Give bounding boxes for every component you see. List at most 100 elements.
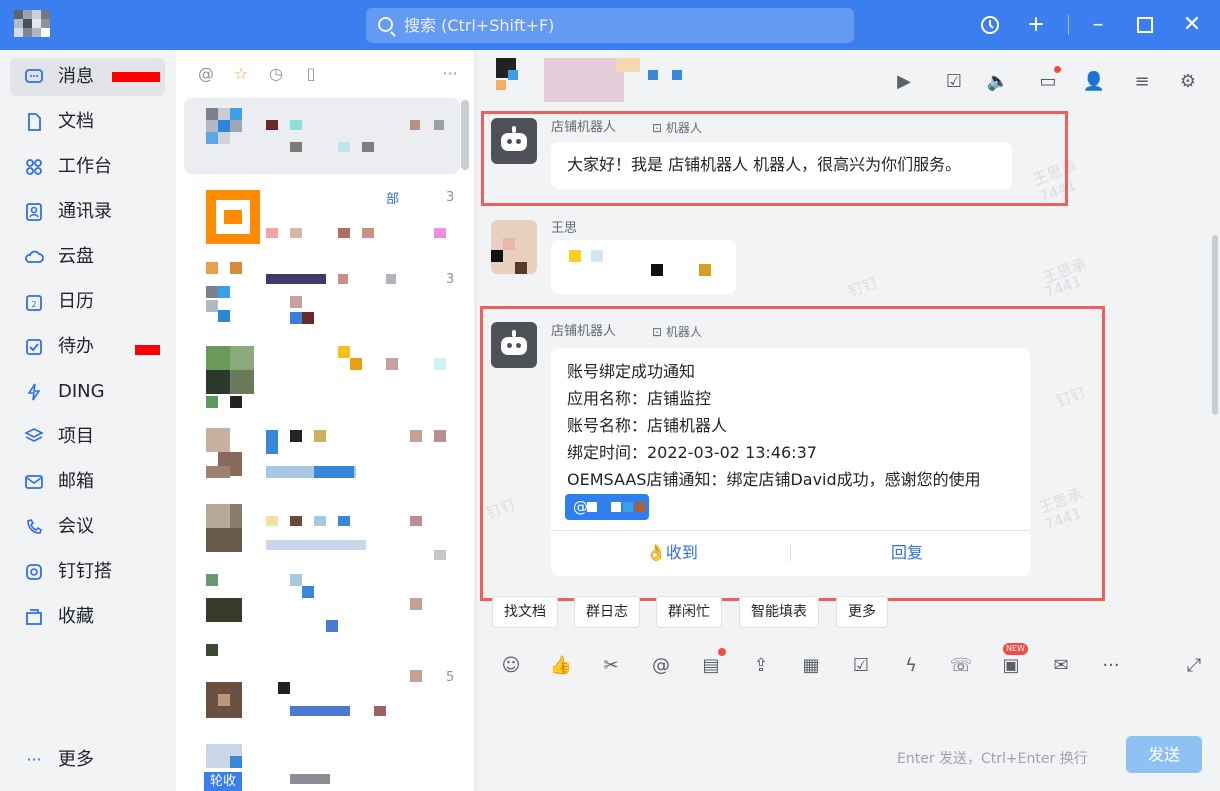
favorite-icon — [24, 607, 44, 627]
bot-avatar[interactable] — [491, 322, 537, 368]
message-bubble[interactable] — [551, 240, 736, 294]
conversation-scrollbar[interactable] — [461, 100, 469, 170]
search-history-icon[interactable]: ≡ — [1130, 70, 1154, 94]
project-icon — [24, 427, 44, 447]
conversation-item[interactable]: 5 — [184, 662, 460, 738]
conversation-item[interactable] — [184, 336, 460, 412]
title-bar: 搜索 (Ctrl+Shift+F) + – ✕ — [0, 0, 1220, 50]
conversation-item[interactable] — [184, 416, 460, 492]
notification-card[interactable]: 账号绑定成功通知 应用名称：店铺监控 账号名称：店铺机器人 绑定时间：2022-… — [551, 348, 1030, 576]
conversation-item[interactable] — [184, 574, 460, 656]
search-input[interactable]: 搜索 (Ctrl+Shift+F) — [366, 8, 854, 43]
nav-label: 消息 — [58, 66, 94, 87]
quick-action-more[interactable]: 更多 — [836, 596, 888, 628]
conversation-item[interactable] — [184, 98, 460, 174]
bot-tag: ⊡ 机器人 — [652, 121, 702, 135]
workbench-icon — [24, 157, 44, 177]
conversation-item[interactable] — [184, 496, 460, 572]
dingda-icon — [24, 562, 44, 582]
live-icon[interactable]: ▣ — [999, 654, 1023, 678]
nav-label: 日历 — [58, 291, 94, 312]
chat-scrollbar[interactable] — [1212, 235, 1218, 415]
nav-item-favorite[interactable]: 收藏 — [10, 598, 165, 636]
maximize-button[interactable] — [1130, 10, 1160, 40]
chat-header: ▶ ☑ 🔈 ▭ 👤 ≡ ⚙ — [476, 50, 1220, 110]
contacts-icon — [24, 202, 44, 222]
send-button[interactable]: 发送 — [1126, 736, 1202, 773]
history-icon[interactable] — [975, 10, 1005, 40]
task-check-icon[interactable]: ☑ — [849, 654, 873, 678]
message-sender: 店铺机器人 — [551, 324, 617, 339]
quick-action-group-log[interactable]: 群日志 — [574, 596, 640, 628]
recent-filter-icon[interactable]: ◷ — [266, 64, 286, 84]
upload-icon[interactable]: ⇪ — [749, 654, 773, 678]
mail-icon — [24, 472, 44, 492]
message-bubble[interactable]: 大家好！我是 店铺机器人 机器人，很高兴为你们服务。 — [551, 142, 1012, 189]
nav-label: 项目 — [58, 426, 94, 447]
expand-icon[interactable]: ⤢ — [1182, 654, 1206, 678]
mail-icon[interactable]: ✉ — [1049, 654, 1073, 678]
nav-item-meeting[interactable]: 会议 — [10, 508, 165, 546]
scissors-icon[interactable]: ✂ — [599, 654, 623, 678]
conversation-item[interactable]: 部 3 — [184, 180, 460, 256]
message-icon — [24, 67, 44, 87]
todo-icon — [24, 337, 44, 357]
reply-button[interactable]: 回复 — [891, 542, 923, 564]
nav-item-docs[interactable]: 文档 — [10, 103, 165, 141]
card-button-divider — [790, 545, 791, 561]
ding-icon[interactable]: ϟ — [899, 654, 923, 678]
bot-avatar[interactable] — [491, 118, 537, 164]
add-member-icon[interactable]: 👤 — [1082, 70, 1106, 94]
nav-item-contacts[interactable]: 通讯录 — [10, 193, 165, 231]
nav-item-project[interactable]: 项目 — [10, 418, 165, 456]
mention-tag[interactable]: @ — [565, 494, 649, 520]
nav-label: 通讯录 — [58, 201, 112, 222]
star-filter-icon[interactable]: ☆ — [231, 64, 251, 84]
nav-item-todo[interactable]: 待办 — [10, 328, 165, 366]
mention-filter-icon[interactable]: @ — [196, 64, 216, 84]
received-button[interactable]: 👌收到 — [646, 542, 698, 564]
clip-filter-icon[interactable]: ▯ — [301, 64, 321, 84]
meeting-icon — [24, 517, 44, 537]
mention-icon[interactable]: @ — [649, 654, 673, 678]
video-icon[interactable]: ▶ — [892, 70, 916, 94]
nav-item-ding[interactable]: DING — [10, 373, 165, 411]
nav-item-calendar[interactable]: 2 日历 — [10, 283, 165, 321]
conversation-time: 5 — [446, 670, 455, 685]
search-icon — [378, 17, 393, 32]
task-icon[interactable]: ☑ — [942, 70, 966, 94]
folder-icon[interactable]: ▭ — [1036, 70, 1060, 94]
user-avatar[interactable] — [14, 10, 52, 40]
ok-hand-icon: 👌 — [646, 543, 666, 562]
nav-item-mail[interactable]: 邮箱 — [10, 463, 165, 501]
nav-item-more[interactable]: ··· 更多 — [10, 741, 165, 779]
call-icon[interactable]: ☏ — [949, 654, 973, 678]
search-placeholder: 搜索 (Ctrl+Shift+F) — [404, 16, 555, 35]
calendar-event-icon[interactable]: ▦ — [799, 654, 823, 678]
conversation-time: 3 — [446, 190, 455, 205]
notification-dot — [1054, 66, 1061, 73]
add-doc-icon[interactable]: ▤ — [699, 654, 723, 678]
emoji-icon[interactable]: ☺ — [499, 654, 523, 678]
nav-item-workbench[interactable]: 工作台 — [10, 148, 165, 186]
nav-label: 更多 — [58, 749, 94, 770]
nav-item-cloud-drive[interactable]: 云盘 — [10, 238, 165, 276]
quick-action-group-busy[interactable]: 群闲忙 — [656, 596, 722, 628]
more-icon[interactable]: ··· — [1099, 654, 1123, 678]
announcement-icon[interactable]: 🔈 — [986, 70, 1010, 94]
more-options-icon[interactable]: ··· — [440, 64, 460, 84]
nav-label: 邮箱 — [58, 471, 94, 492]
robot-icon: ⊡ — [652, 325, 663, 339]
quick-action-smart-form[interactable]: 智能填表 — [739, 596, 819, 628]
nav-item-messages[interactable]: 消息 — [10, 58, 165, 96]
minimize-button[interactable]: – — [1083, 10, 1113, 40]
nav-item-dingda[interactable]: 钉钉搭 — [10, 553, 165, 591]
settings-icon[interactable]: ⚙ — [1176, 70, 1200, 94]
close-button[interactable]: ✕ — [1177, 10, 1207, 40]
like-icon[interactable]: 👍 — [549, 654, 573, 678]
quick-action-find-doc[interactable]: 找文档 — [492, 596, 558, 628]
nav-label: 收藏 — [58, 606, 94, 627]
add-icon[interactable]: + — [1021, 10, 1051, 40]
message-text: 大家好！我是 店铺机器人 机器人，很高兴为你们服务。 — [567, 155, 962, 174]
conversation-item[interactable]: 3 — [184, 260, 460, 336]
